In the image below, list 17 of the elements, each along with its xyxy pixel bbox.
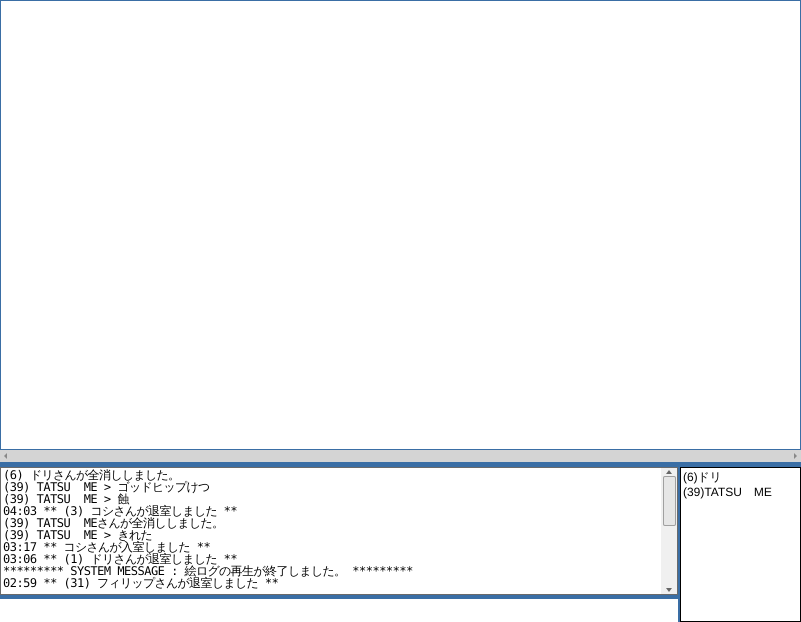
scroll-down-icon[interactable] — [665, 586, 673, 594]
chat-message: 04:03 ** (3) コシさんが退室しました ** — [3, 505, 238, 517]
message-input[interactable] — [0, 599, 678, 622]
chat-message: 02:59 ** (31) フィリップさんが退室しました ** — [3, 577, 278, 589]
chat-message: (39) TATSU ME > きれた — [3, 529, 152, 541]
chat-message: ********* SYSTEM MESSAGE : 絵ログの再生が終了しました。 ********* — [3, 565, 414, 577]
vertical-scrollbar[interactable] — [661, 468, 677, 594]
user-name[interactable]: (6)ドリ — [683, 470, 798, 485]
chat-message: (6) ドリさんが全消ししました。 — [3, 469, 180, 481]
chat-message: 03:17 ** コシさんが入室しました ** — [3, 541, 212, 553]
chat-message: (39) TATSU ME > 蝕 — [3, 493, 130, 505]
user-name[interactable]: (39)TATSU ME — [683, 485, 798, 500]
chat-message: (39) TATSU MEさんが全消ししました。 — [3, 517, 225, 529]
horizontal-scrollbar[interactable] — [0, 450, 801, 462]
scroll-thumb[interactable] — [662, 476, 676, 526]
chat-message: 03:06 ** (1) ドリさんが退室しました ** — [3, 553, 238, 565]
chat-message: (39) TATSU ME > ゴッドヒップけつ — [3, 481, 210, 493]
